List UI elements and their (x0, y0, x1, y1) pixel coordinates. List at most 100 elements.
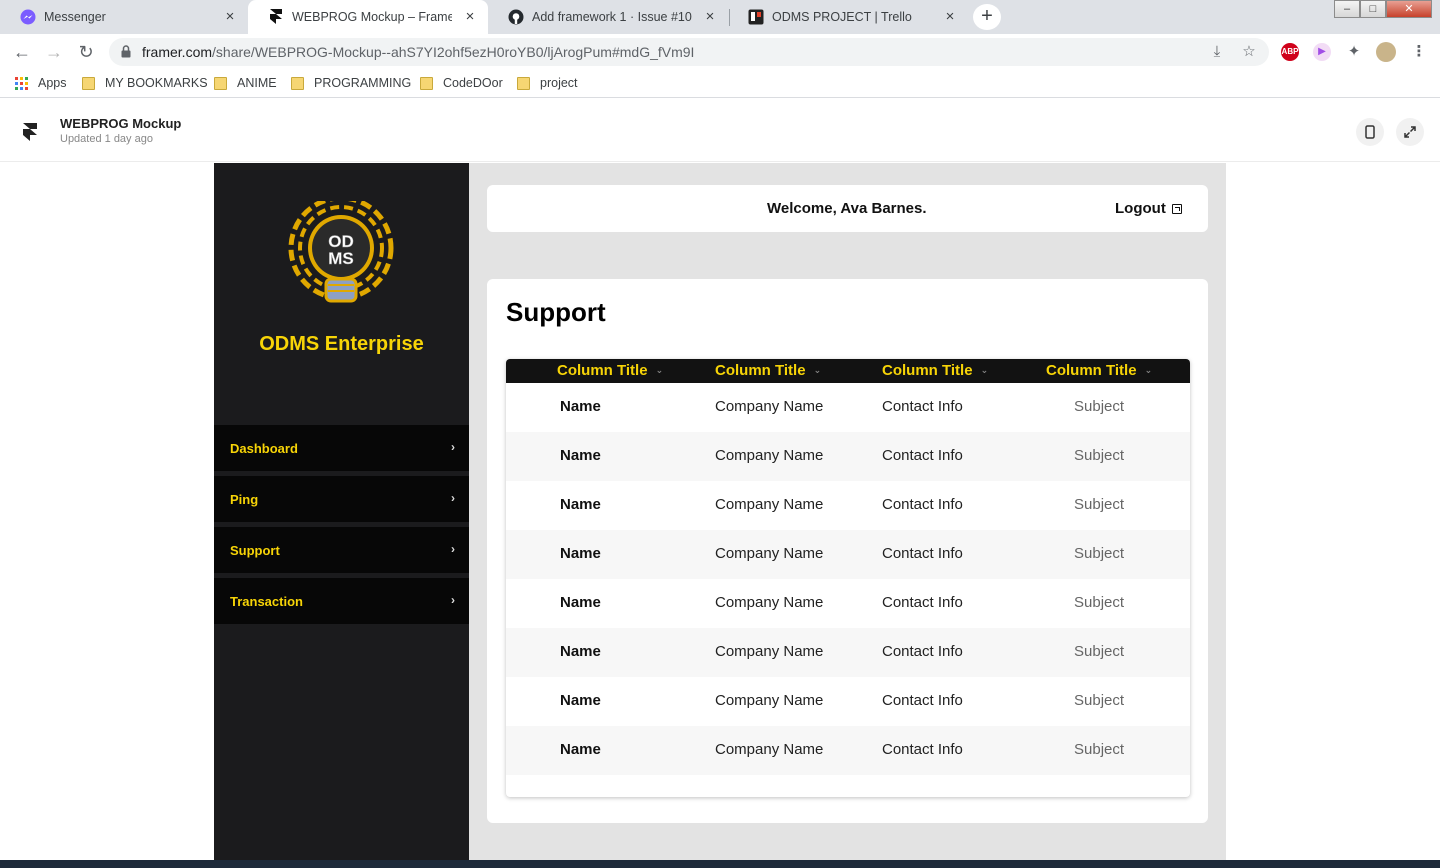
framer-logo-icon[interactable] (22, 122, 38, 142)
tab-framer[interactable]: WEBPROG Mockup – Framer × (248, 0, 488, 34)
bookmark-label: project (540, 76, 578, 90)
table-row[interactable]: Name Company Name Contact Info Subject (506, 383, 1190, 432)
reload-icon[interactable]: ↻ (74, 41, 98, 65)
column-header[interactable]: Column Title ⌄ (715, 362, 821, 379)
cell-subject: Subject (1074, 496, 1125, 513)
folder-icon (82, 76, 95, 90)
project-info: WEBPROG Mockup Updated 1 day ago (60, 116, 181, 145)
media-extension-icon[interactable]: ▶ (1313, 43, 1331, 61)
window-close-button[interactable]: ✕ (1386, 0, 1432, 18)
table-row[interactable]: Name Company Name Contact Info Subject (506, 481, 1190, 530)
sort-chevron-icon: ⌄ (980, 365, 989, 375)
tab-title: ODMS PROJECT | Trello (772, 10, 912, 24)
bookmark-folder-anime[interactable]: ANIME (214, 76, 277, 90)
support-table: Column Title ⌄ Column Title ⌄ Column Title… (506, 359, 1190, 797)
tab-title: Messenger (44, 10, 106, 24)
cell-subject: Subject (1074, 741, 1125, 758)
adblock-icon[interactable]: ABP (1281, 43, 1299, 61)
column-title: Column Title (557, 362, 648, 379)
expand-icon[interactable] (1396, 118, 1424, 146)
browser-menu-icon[interactable]: ⋮ (1410, 43, 1428, 61)
chevron-right-icon: › (451, 593, 455, 607)
bookmark-folder-codedoor[interactable]: CodeDOor (420, 76, 503, 90)
bookmark-star-icon[interactable]: ☆ (1240, 43, 1258, 61)
cell-company: Company Name (715, 741, 824, 758)
close-tab-icon[interactable]: × (702, 9, 718, 25)
sort-chevron-icon: ⌄ (1144, 365, 1153, 375)
close-tab-icon[interactable]: × (462, 9, 478, 25)
table-row[interactable]: Name Company Name Contact Info Subject (506, 726, 1190, 775)
column-header[interactable]: Column Title ⌄ (882, 362, 988, 379)
browser-toolbar: ← → ↻ framer.com/share/WEBPROG-Mockup--a… (0, 34, 1440, 70)
bookmark-folder-my-bookmarks[interactable]: MY BOOKMARKS (82, 76, 208, 90)
preview-canvas: OD MS ODMS Enterprise Dashboard › Ping ›… (0, 163, 1440, 860)
table-row[interactable]: Name Company Name Contact Info Subject (506, 432, 1190, 481)
column-header[interactable]: Column Title ⌄ (557, 362, 663, 379)
tab-title: Add framework 1 · Issue #10 · Ch (532, 10, 692, 24)
nav-item-transaction[interactable]: Transaction › (214, 578, 469, 624)
bookmark-folder-programming[interactable]: PROGRAMMING (291, 76, 411, 90)
cell-subject: Subject (1074, 692, 1125, 709)
cell-contact: Contact Info (882, 447, 963, 464)
updated-text: Updated 1 day ago (60, 133, 153, 145)
nav-label: Ping (230, 491, 259, 507)
cell-contact: Contact Info (882, 692, 963, 709)
bookmark-apps[interactable]: Apps (15, 76, 67, 90)
tab-title: WEBPROG Mockup – Framer (292, 10, 452, 24)
cell-contact: Contact Info (882, 496, 963, 513)
cell-contact: Contact Info (882, 398, 963, 415)
sort-chevron-icon: ⌄ (813, 365, 822, 375)
apps-grid-icon (15, 76, 28, 90)
cell-company: Company Name (715, 398, 824, 415)
cell-company: Company Name (715, 594, 824, 611)
address-bar[interactable]: framer.com/share/WEBPROG-Mockup--ahS7YI2… (109, 38, 1269, 66)
minimize-button[interactable]: – (1334, 0, 1360, 18)
column-title: Column Title (1046, 362, 1137, 379)
support-card: Support Column Title ⌄ Column Title ⌄ Colu… (487, 279, 1208, 823)
logout-button[interactable]: Logout (1115, 200, 1182, 217)
forward-arrow-icon[interactable]: → (42, 41, 66, 65)
cell-company: Company Name (715, 643, 824, 660)
table-row[interactable]: Name Company Name Contact Info Subject (506, 579, 1190, 628)
cell-company: Company Name (715, 545, 824, 562)
cell-contact: Contact Info (882, 643, 963, 660)
cell-subject: Subject (1074, 398, 1125, 415)
bookmark-label: MY BOOKMARKS (105, 76, 208, 90)
bookmark-label: Apps (38, 76, 67, 90)
profile-avatar[interactable] (1376, 42, 1396, 62)
back-arrow-icon[interactable]: ← (10, 41, 34, 65)
close-tab-icon[interactable]: × (942, 9, 958, 25)
tab-trello[interactable]: ODMS PROJECT | Trello × (728, 0, 968, 34)
framer-icon (268, 9, 284, 25)
table-row[interactable]: Name Company Name Contact Info Subject (506, 530, 1190, 579)
bookmarks-bar: Apps MY BOOKMARKS ANIME PROGRAMMING Code… (0, 70, 1440, 98)
os-taskbar (0, 860, 1440, 868)
table-row[interactable]: Name Company Name Contact Info Subject (506, 628, 1190, 677)
chevron-right-icon: › (451, 440, 455, 454)
nav-item-ping[interactable]: Ping › (214, 476, 469, 522)
table-header: Column Title ⌄ Column Title ⌄ Column Title… (506, 359, 1190, 383)
logout-icon (1171, 203, 1182, 214)
column-title: Column Title (715, 362, 806, 379)
nav-item-support[interactable]: Support › (214, 527, 469, 573)
maximize-button[interactable]: □ (1360, 0, 1386, 18)
project-name: WEBPROG Mockup (60, 116, 182, 131)
table-row[interactable]: Name Company Name Contact Info Subject (506, 677, 1190, 726)
bookmark-folder-project[interactable]: project (517, 76, 578, 90)
lock-icon (121, 45, 131, 58)
tab-github[interactable]: Add framework 1 · Issue #10 · Ch × (488, 0, 728, 34)
cell-name: Name (560, 398, 601, 415)
bookmark-label: PROGRAMMING (314, 76, 412, 90)
column-header[interactable]: Column Title ⌄ (1046, 362, 1152, 379)
device-preview-icon[interactable] (1356, 118, 1384, 146)
new-tab-button[interactable]: + (973, 4, 1001, 30)
close-tab-icon[interactable]: × (222, 9, 238, 25)
chevron-right-icon: › (451, 542, 455, 556)
install-icon[interactable]: ⤓ (1208, 43, 1226, 61)
brand-name: ODMS Enterprise (259, 333, 424, 355)
cell-name: Name (560, 643, 601, 660)
nav-item-dashboard[interactable]: Dashboard › (214, 425, 469, 471)
extensions-puzzle-icon[interactable]: ✦ (1345, 43, 1363, 61)
tab-messenger[interactable]: Messenger × (0, 0, 248, 34)
cell-name: Name (560, 594, 601, 611)
